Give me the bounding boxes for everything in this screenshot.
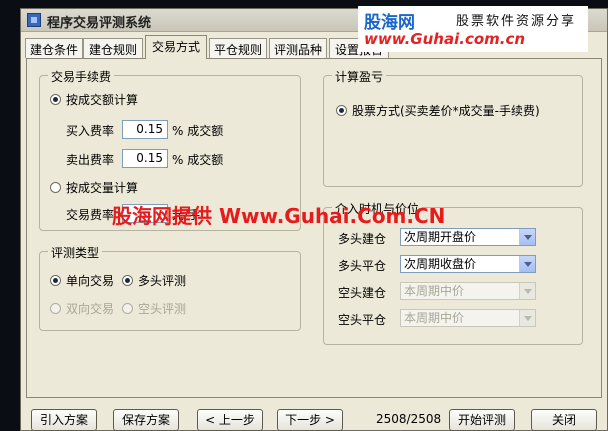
buy-rate-unit: % 成交额 bbox=[172, 124, 224, 138]
short-close-select[interactable]: 本周期中价 bbox=[400, 309, 536, 327]
watermark-overlay-text: 股海网提供 Www.Guhai.Com.CN bbox=[112, 204, 446, 228]
watermark-logo-url: www.Guhai.com.cn bbox=[364, 30, 526, 48]
stock-mode-label: 股票方式(买卖差价*成交量-手续费) bbox=[352, 104, 540, 118]
profit-group: 计算盈亏 股票方式(买卖差价*成交量-手续费) bbox=[323, 68, 583, 187]
short-close-label: 空头平仓 bbox=[338, 313, 387, 327]
tab-build-rule[interactable]: 建仓规则 bbox=[83, 38, 143, 58]
long-close-value: 次周期收盘价 bbox=[404, 257, 477, 271]
two-way-label: 双向交易 bbox=[66, 302, 115, 316]
short-eval-label: 空头评测 bbox=[138, 302, 187, 316]
sell-rate-unit: % 成交额 bbox=[172, 153, 224, 167]
chevron-down-icon[interactable] bbox=[519, 256, 535, 272]
tab-trade-mode[interactable]: 交易方式 bbox=[145, 35, 207, 59]
eval-type-legend: 评测类型 bbox=[48, 244, 103, 261]
long-eval-radio[interactable] bbox=[122, 275, 133, 286]
close-button[interactable]: 关闭 bbox=[531, 409, 597, 431]
volume-rate-label: 交易费率 bbox=[66, 208, 115, 222]
short-close-value: 本周期中价 bbox=[404, 311, 465, 325]
import-plan-button[interactable]: 引入方案 bbox=[31, 409, 97, 431]
chevron-down-icon[interactable] bbox=[519, 283, 535, 299]
long-open-value: 次周期开盘价 bbox=[404, 230, 477, 244]
sell-rate-input[interactable]: 0.15 bbox=[122, 149, 168, 168]
start-eval-button[interactable]: 开始评测 bbox=[449, 409, 515, 431]
long-eval-label: 多头评测 bbox=[138, 274, 187, 288]
chevron-down-icon[interactable] bbox=[519, 310, 535, 326]
prev-step-button[interactable]: < 上一步 bbox=[197, 409, 263, 431]
watermark-logo: 股海网 股票软件资源分享 www.Guhai.com.cn bbox=[358, 6, 588, 52]
by-volume-label: 按成交量计算 bbox=[66, 181, 139, 195]
eval-type-group: 评测类型 单向交易 多头评测 双向交易 空头评测 bbox=[39, 244, 301, 331]
profit-group-legend: 计算盈亏 bbox=[332, 68, 387, 85]
save-plan-button[interactable]: 保存方案 bbox=[113, 409, 179, 431]
tab-close-rule[interactable]: 平仓规则 bbox=[209, 38, 267, 58]
short-eval-radio[interactable] bbox=[122, 303, 133, 314]
by-amount-label: 按成交额计算 bbox=[66, 93, 139, 107]
tab-build-condition[interactable]: 建仓条件 bbox=[25, 38, 83, 58]
short-open-select[interactable]: 本周期中价 bbox=[400, 282, 536, 300]
long-close-select[interactable]: 次周期收盘价 bbox=[400, 255, 536, 273]
tab-eval-variety[interactable]: 评测品种 bbox=[269, 38, 327, 58]
step-counter: 2508/2508 bbox=[376, 412, 442, 426]
long-open-select[interactable]: 次周期开盘价 bbox=[400, 228, 536, 246]
one-way-label: 单向交易 bbox=[66, 274, 115, 288]
next-step-button[interactable]: 下一步 > bbox=[277, 409, 343, 431]
long-close-label: 多头平仓 bbox=[338, 259, 387, 273]
two-way-radio[interactable] bbox=[50, 303, 61, 314]
one-way-radio[interactable] bbox=[50, 275, 61, 286]
window-title: 程序交易评测系统 bbox=[47, 16, 152, 31]
watermark-logo-sub: 股票软件资源分享 bbox=[456, 14, 577, 29]
short-open-label: 空头建仓 bbox=[338, 286, 387, 300]
chevron-down-icon[interactable] bbox=[519, 229, 535, 245]
sell-rate-label: 卖出费率 bbox=[66, 153, 115, 167]
buy-rate-input[interactable]: 0.15 bbox=[122, 120, 168, 139]
by-amount-radio[interactable] bbox=[50, 94, 61, 105]
long-open-label: 多头建仓 bbox=[338, 232, 387, 246]
short-open-value: 本周期中价 bbox=[404, 284, 465, 298]
fee-group-legend: 交易手续费 bbox=[48, 68, 115, 85]
app-icon bbox=[27, 13, 41, 27]
buy-rate-label: 买入费率 bbox=[66, 124, 115, 138]
by-volume-radio[interactable] bbox=[50, 182, 61, 193]
stock-mode-radio[interactable] bbox=[336, 105, 347, 116]
